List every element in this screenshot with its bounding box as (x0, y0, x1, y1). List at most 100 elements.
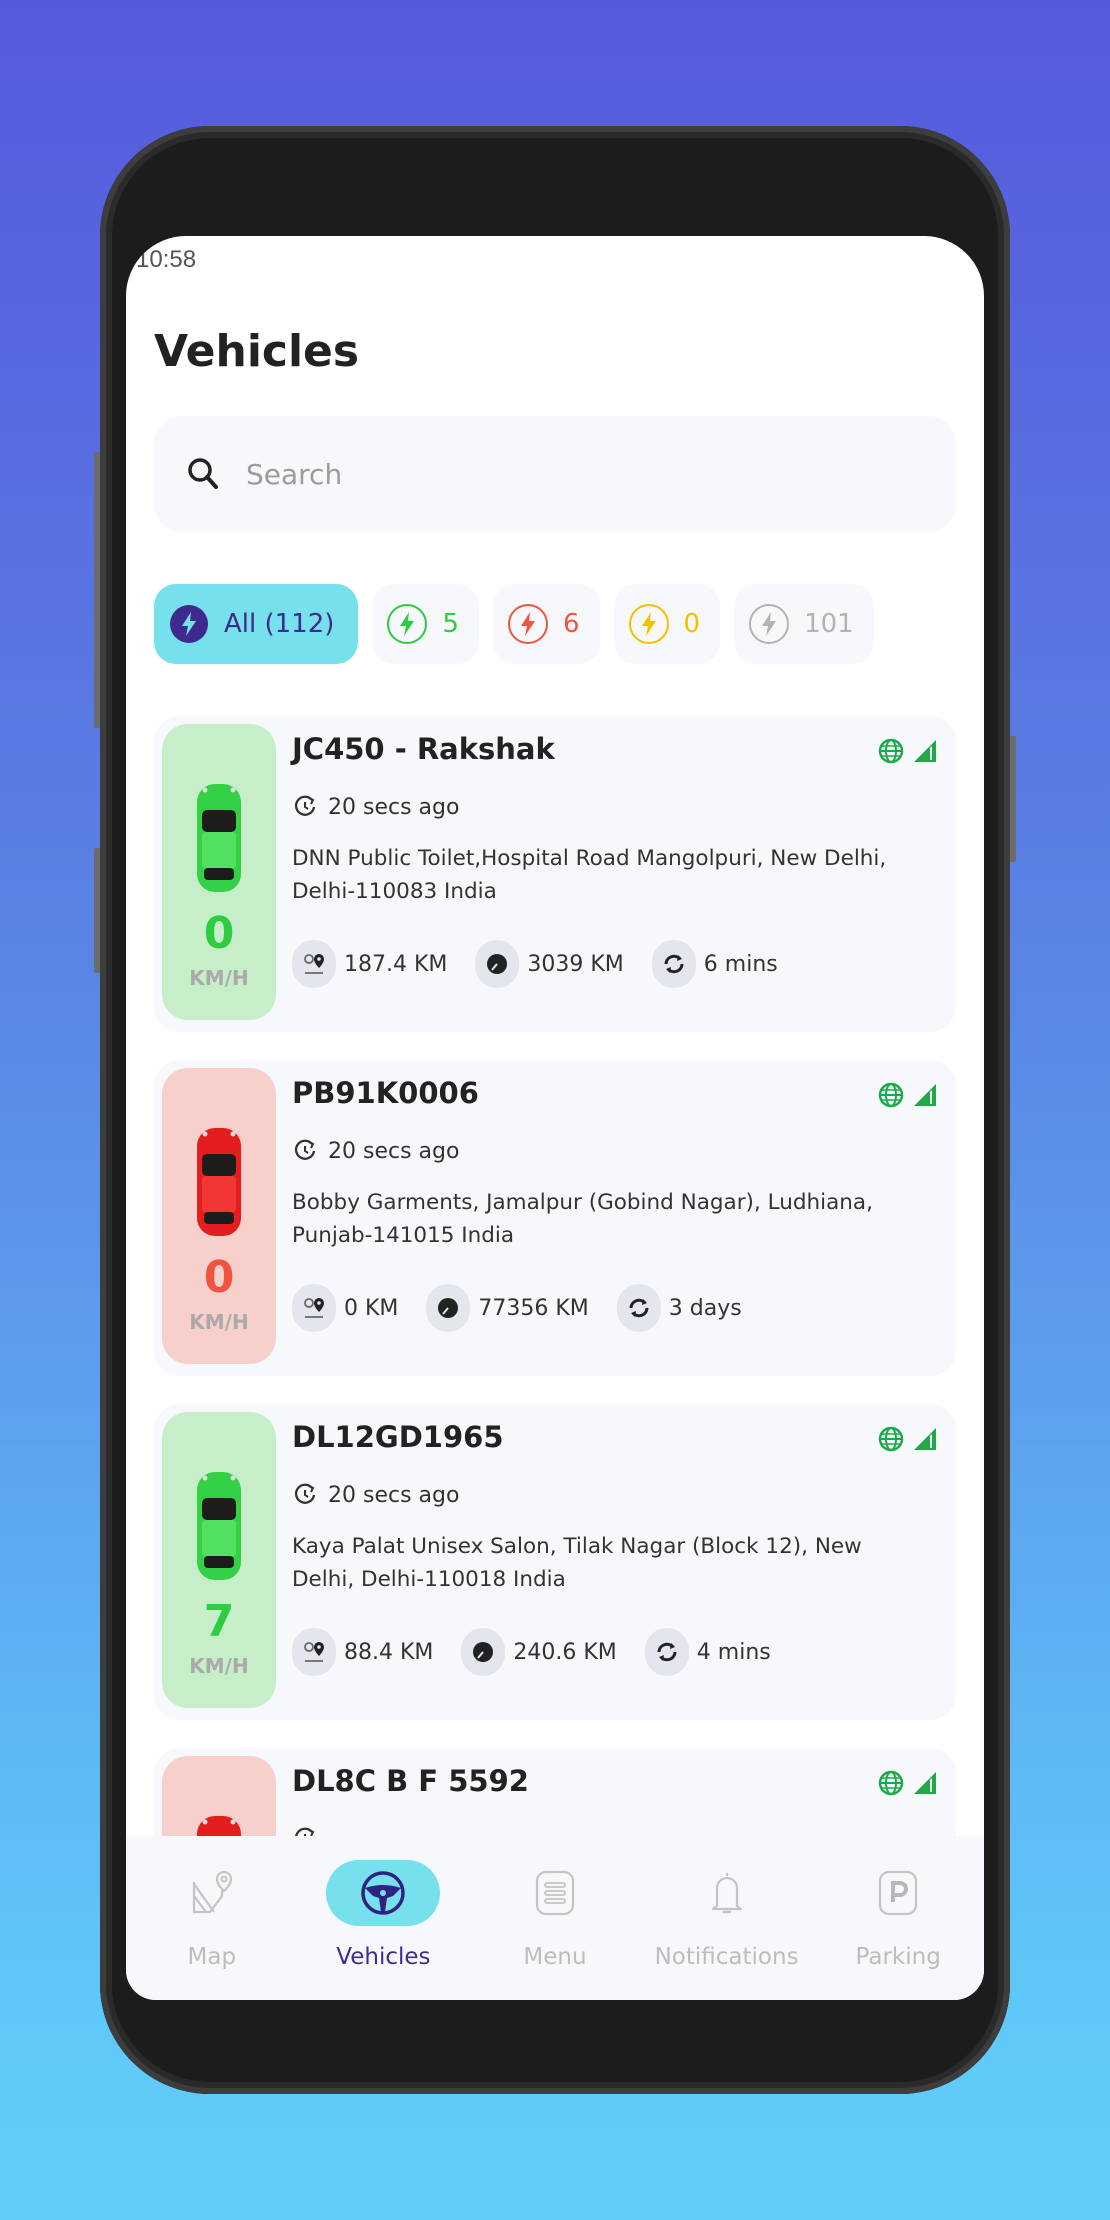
vehicle-card[interactable]: 7 KM/H DL12GD1965 20 secs ago Kaya Palat… (154, 1404, 956, 1720)
connectivity-icons (878, 1426, 938, 1452)
history-icon (294, 1139, 316, 1160)
nav-parking[interactable]: Parking (818, 1836, 978, 1970)
filter-stopped[interactable]: 6 (492, 584, 600, 664)
history-icon (294, 1483, 316, 1504)
vehicle-address: Bobby Garments, Jamalpur (Gobind Nagar),… (292, 1190, 873, 1248)
filter-offline[interactable]: 101 (734, 584, 874, 664)
stat-distance: 88.4 KM (292, 1628, 433, 1676)
stat-distance-value: 88.4 KM (344, 1639, 434, 1665)
globe-icon (878, 738, 904, 764)
vehicle-stats: 0 KM 77356 KM 3 days (292, 1284, 770, 1332)
stat-duration-value: 4 mins (696, 1639, 771, 1665)
refresh-icon (664, 954, 684, 974)
nav-label: Map (187, 1944, 237, 1970)
bolt-icon (628, 604, 669, 644)
vehicle-card[interactable]: 0 KM/H PB91K0006 20 secs ago Bobby Garme… (154, 1060, 956, 1376)
stat-odometer: 77356 KM (426, 1284, 589, 1332)
stat-duration-value: 6 mins (703, 951, 778, 977)
last-update-text: 20 secs ago (328, 1138, 460, 1164)
connectivity-icons (878, 1082, 938, 1108)
last-update: 20 secs ago (292, 794, 459, 820)
odometer-icon (487, 954, 508, 974)
signal-icon (914, 1428, 936, 1450)
last-update-text: 20 secs ago (328, 794, 460, 820)
stat-odometer-value: 3039 KM (527, 951, 624, 977)
speed-value: 7 (203, 1596, 235, 1647)
car-icon (197, 784, 241, 892)
nav-label: Parking (855, 1944, 941, 1970)
nav-notifications[interactable]: Notifications (647, 1836, 807, 1970)
filter-label: All (112) (224, 609, 335, 639)
nav-vehicles[interactable]: Vehicles (303, 1836, 463, 1970)
vehicle-stats: 88.4 KM 240.6 KM 4 mins (292, 1628, 799, 1676)
signal-icon (914, 1084, 936, 1106)
bell-icon (711, 1873, 742, 1914)
car-icon (197, 1128, 241, 1236)
speed-unit: KM/H (189, 1310, 249, 1334)
connectivity-icons (878, 1770, 938, 1796)
signal-icon (914, 1772, 936, 1794)
speed-indicator: 0 KM/H (162, 1068, 276, 1364)
globe-icon (878, 1426, 904, 1452)
route-pin-icon (304, 1642, 324, 1662)
car-icon (197, 1472, 241, 1580)
map-icon (192, 1870, 232, 1914)
stat-distance: 187.4 KM (292, 940, 447, 988)
refresh-icon (629, 1298, 649, 1318)
vehicle-name: DL8C B F 5592 (292, 1764, 529, 1798)
globe-icon (878, 1770, 904, 1796)
stat-duration: 4 mins (644, 1628, 771, 1676)
speed-value: 0 (203, 908, 235, 959)
filter-all[interactable]: All (112) (154, 584, 359, 664)
history-icon (294, 795, 316, 816)
nav-label: Notifications (654, 1944, 799, 1970)
stat-distance-value: 187.4 KM (344, 951, 448, 977)
parking-icon (879, 1870, 918, 1916)
speed-value: 0 (203, 1252, 235, 1303)
stat-distance: 0 KM (292, 1284, 398, 1332)
stat-odometer: 240.6 KM (461, 1628, 617, 1676)
search-icon (188, 458, 218, 489)
search-input[interactable] (246, 457, 896, 491)
connectivity-icons (878, 738, 938, 764)
app-screen: 10:58 Vehicles All (112) 5 (126, 236, 984, 2000)
last-update: 20 secs ago (292, 1482, 459, 1508)
speed-indicator: 0 KM/H (162, 724, 276, 1020)
signal-icon (914, 740, 936, 762)
menu-icon (535, 1870, 575, 1916)
refresh-icon (657, 1642, 677, 1662)
odometer-icon (438, 1298, 459, 1318)
filter-label: 0 (683, 609, 701, 639)
search-bar[interactable] (154, 416, 956, 532)
nav-label: Vehicles (336, 1944, 431, 1970)
nav-label: Menu (523, 1944, 587, 1970)
stat-odometer-value: 77356 KM (478, 1295, 589, 1321)
filter-label: 6 (562, 609, 580, 639)
filter-running[interactable]: 5 (372, 584, 479, 664)
status-filters: All (112) 5 6 0 101 (154, 584, 874, 664)
speed-unit: KM/H (189, 1654, 249, 1678)
bolt-icon (749, 604, 790, 644)
vehicle-stats: 187.4 KM 3039 KM 6 mins (292, 940, 806, 988)
stat-odometer: 3039 KM (475, 940, 624, 988)
nav-map[interactable]: Map (132, 1836, 292, 1970)
route-pin-icon (304, 1298, 324, 1318)
status-time: 10:58 (136, 246, 197, 273)
stat-duration: 6 mins (651, 940, 778, 988)
vehicle-address: DNN Public Toilet,Hospital Road Mangolpu… (292, 846, 887, 904)
filter-label: 101 (804, 609, 854, 639)
stat-odometer-value: 240.6 KM (513, 1639, 617, 1665)
stat-duration-value: 3 days (668, 1295, 742, 1321)
page-title: Vehicles (154, 326, 360, 377)
vehicle-card[interactable]: 0 KM/H JC450 - Rakshak 20 secs ago DNN P… (154, 716, 956, 1032)
last-update-text: 20 secs ago (328, 1482, 460, 1508)
stat-duration: 3 days (616, 1284, 742, 1332)
bolt-icon (387, 604, 428, 644)
filter-idle[interactable]: 0 (613, 584, 721, 664)
bolt-icon (170, 605, 208, 643)
nav-menu[interactable]: Menu (475, 1836, 635, 1970)
vehicle-list: 0 KM/H JC450 - Rakshak 20 secs ago DNN P… (154, 716, 956, 2000)
speed-indicator: 7 KM/H (162, 1412, 276, 1708)
speed-unit: KM/H (189, 966, 249, 990)
globe-icon (878, 1082, 904, 1108)
